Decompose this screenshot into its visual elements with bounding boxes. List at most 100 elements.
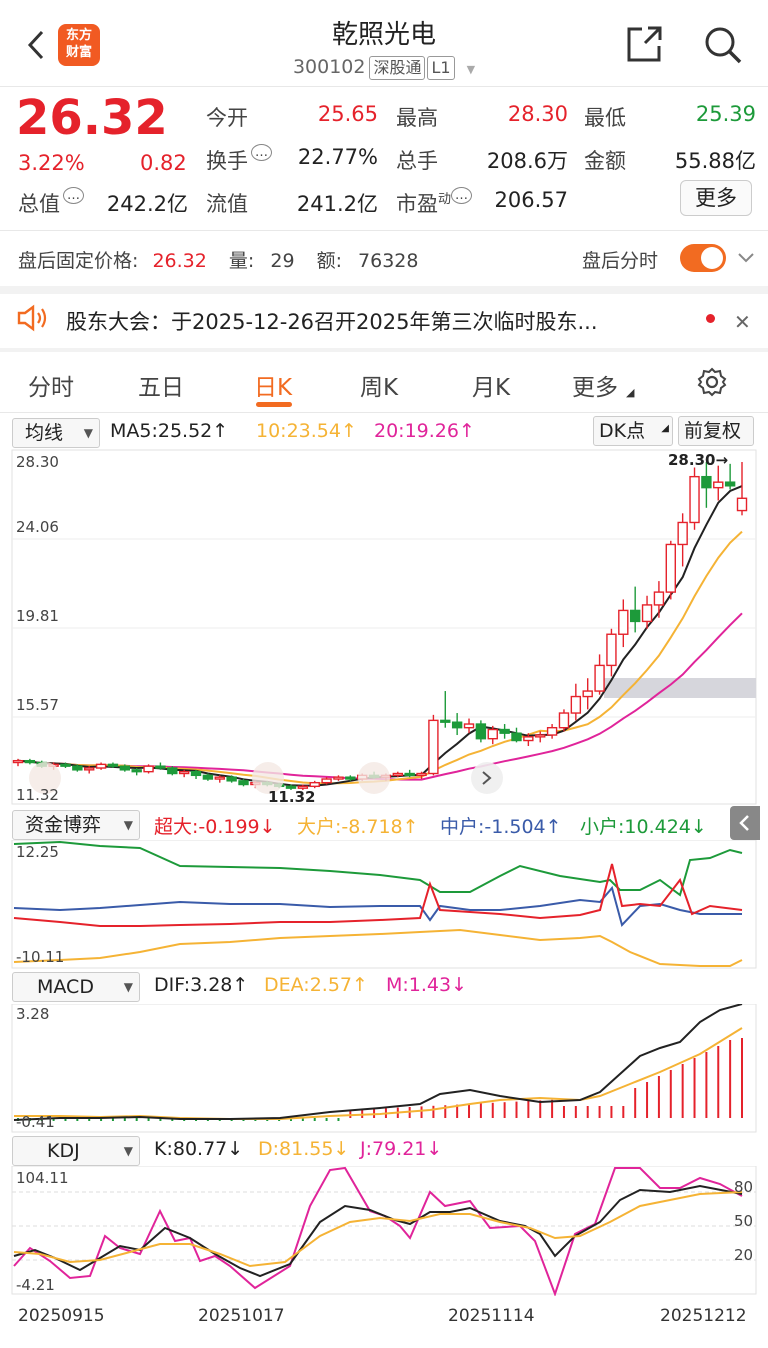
collapse-icon[interactable]: [730, 806, 760, 840]
date-label-1: 20250915: [18, 1306, 105, 1326]
search-icon[interactable]: [702, 24, 744, 66]
afterhours-amt: 76328: [358, 250, 419, 272]
candle-body: [392, 772, 404, 777]
pressure-zone: [604, 678, 756, 698]
candle-body: [618, 609, 629, 635]
open-label: 今开: [206, 106, 248, 130]
kdj-level-20: 20: [734, 1246, 754, 1264]
afterhours-label: 盘后固定价格:: [18, 250, 139, 272]
candle-body: [665, 543, 676, 593]
candle-body: [653, 591, 665, 606]
kdj-select[interactable]: KDJ ▼: [12, 1136, 140, 1166]
settings-icon[interactable]: [696, 366, 728, 402]
candle-body: [594, 664, 605, 692]
fund-select[interactable]: 资金博弈 ▼: [12, 810, 140, 840]
adjust-button[interactable]: 前复权: [678, 416, 754, 446]
more-arrow-icon: ◢: [626, 386, 635, 399]
chevron-down-icon[interactable]: [736, 250, 756, 270]
amount-label: 金额: [584, 149, 626, 173]
candle-body: [440, 719, 451, 723]
ma5-value: MA5:25.52↑: [110, 420, 229, 442]
candle-body: [535, 734, 546, 738]
candle-body: [202, 774, 214, 780]
afterhours-amt-label: 额:: [316, 250, 342, 272]
tab-timeshare[interactable]: 分时: [28, 368, 74, 402]
macd-chart: [11, 1004, 757, 1133]
candle-body: [404, 772, 415, 777]
ma5-line: [17, 485, 743, 787]
turnover-label: 换手…: [206, 144, 272, 175]
notice-text[interactable]: 股东大会：于2025-12-26召开2025年第三次临时股东...: [66, 306, 598, 336]
market-cap-label: 总值…: [18, 187, 84, 218]
kdj-j: J:79.21↓: [360, 1138, 443, 1160]
ma20-value: 20:19.26↑: [374, 420, 475, 442]
kline-chart[interactable]: [0, 448, 768, 808]
macd-dea: DEA:2.57↑: [264, 974, 368, 996]
candle-body: [428, 719, 439, 775]
info-icon[interactable]: …: [63, 187, 84, 204]
kdj-level-80: 80: [734, 1178, 754, 1196]
kdj-k: K:80.77↓: [154, 1138, 244, 1160]
candle-body: [309, 781, 320, 788]
fund-chart: [11, 840, 757, 969]
candle-body: [724, 481, 736, 487]
tab-5day[interactable]: 五日: [138, 368, 184, 402]
date-label-2: 20251017: [198, 1306, 285, 1326]
candle-body: [677, 521, 688, 546]
afterhours-vol-label: 量:: [228, 250, 255, 272]
candle-body: [629, 609, 641, 623]
y-label-2: 24.06: [16, 518, 59, 536]
info-icon[interactable]: …: [251, 144, 272, 161]
tab-weekly-k[interactable]: 周K: [360, 368, 398, 402]
candle-body: [155, 765, 166, 769]
active-tab-indicator: [256, 402, 292, 407]
volume-label: 总手: [396, 149, 438, 173]
low-marker: 11.32: [268, 788, 316, 806]
close-icon[interactable]: ✕: [734, 310, 751, 334]
candle-body: [713, 481, 724, 489]
candle-body: [60, 763, 71, 767]
dk-button[interactable]: DK点 ◢: [593, 416, 673, 446]
macd-select[interactable]: MACD ▼: [12, 972, 140, 1002]
open-value: 25.65: [317, 102, 378, 126]
candle-body: [641, 604, 653, 623]
y-label-4: 15.57: [16, 696, 59, 714]
chevron-down-icon[interactable]: ▼: [467, 63, 475, 76]
fund-y-max: 12.25: [16, 843, 59, 861]
afterhours-vol: 29: [270, 250, 295, 272]
candle-body: [72, 765, 83, 771]
candle-body: [143, 765, 154, 773]
date-label-3: 20251114: [448, 1306, 535, 1326]
high-value: 28.30: [507, 102, 568, 126]
change-amt: 0.82: [140, 151, 187, 175]
macd-y-max: 3.28: [16, 1005, 50, 1023]
share-icon[interactable]: [624, 24, 664, 64]
candle-body: [416, 772, 427, 777]
last-price: 26.32: [16, 90, 168, 146]
fund-big: 大户:-8.718↑: [297, 816, 419, 838]
fund-y-min: -10.11: [16, 948, 65, 966]
ma10-line: [17, 530, 743, 785]
fund-super: 超大:-0.199↓: [154, 816, 276, 838]
afterhours-timeshare-label: 盘后分时: [582, 250, 659, 272]
low-value: 25.39: [695, 102, 756, 126]
ma-select[interactable]: 均线 ▼: [12, 418, 100, 448]
candle-body: [167, 767, 178, 775]
tab-more[interactable]: 更多: [572, 368, 618, 402]
pe-value: 206.57: [494, 188, 568, 212]
candle-body: [523, 736, 534, 742]
more-button[interactable]: 更多: [680, 180, 752, 216]
candle-body: [214, 776, 225, 780]
info-icon[interactable]: …: [451, 187, 473, 204]
tab-daily-k[interactable]: 日K: [254, 368, 292, 402]
tab-monthly-k[interactable]: 月K: [472, 368, 510, 402]
candle-body: [345, 776, 356, 780]
candle-body: [107, 763, 119, 767]
y-label-3: 19.81: [16, 607, 59, 625]
afterhours-price: 26.32: [152, 250, 207, 272]
pe-label: 市盈动…: [396, 187, 473, 218]
candle-body: [606, 633, 617, 667]
macd-y-min: -0.41: [16, 1113, 55, 1131]
low-label: 最低: [584, 106, 626, 130]
afterhours-toggle[interactable]: [680, 244, 726, 272]
